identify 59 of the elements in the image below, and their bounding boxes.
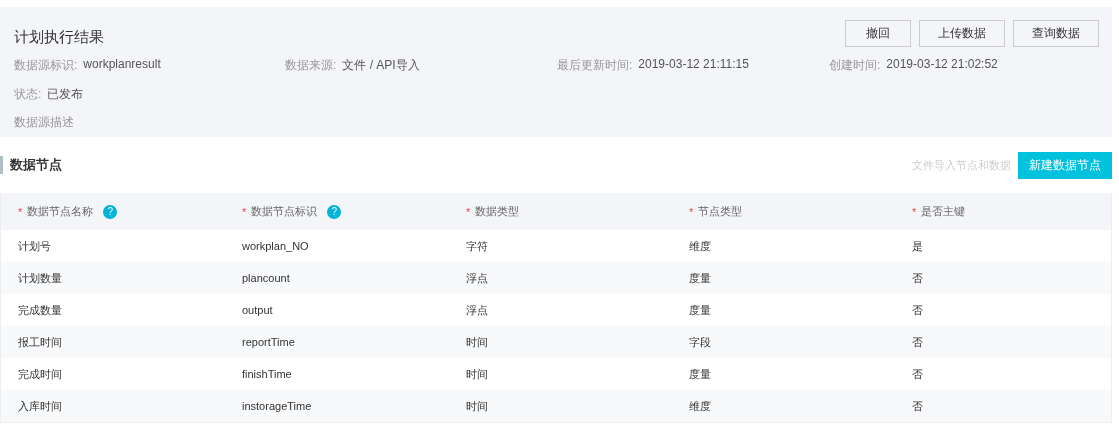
required-mark: * [242, 205, 247, 218]
table-cell: 否 [912, 270, 923, 286]
table-cell: 完成时间 [18, 366, 62, 382]
help-icon[interactable]: ? [327, 204, 342, 219]
table-cell: 否 [912, 398, 923, 414]
action-button[interactable]: 查询数据 [1013, 20, 1099, 47]
field-label: 状态: [14, 86, 42, 103]
field-value: 2019-03-12 21:11:15 [638, 57, 749, 73]
action-button[interactable]: 撤回 [845, 20, 911, 47]
table-cell: 计划数量 [18, 270, 62, 286]
table-cell: 时间 [466, 334, 488, 350]
action-button[interactable]: 上传数据 [919, 20, 1005, 47]
table-cell: 维度 [689, 398, 711, 414]
help-icon[interactable]: ? [103, 204, 118, 219]
table-cell: 维度 [689, 238, 711, 254]
table-cell: 度量 [689, 302, 711, 318]
column-header: 是否主键 [921, 204, 966, 219]
table-cell: 度量 [689, 270, 711, 286]
table-cell: workplan_NO [242, 240, 309, 252]
field-label: 创建时间: [829, 57, 881, 74]
column-header: 数据节点标识 [251, 204, 318, 219]
table-cell: 计划号 [18, 238, 51, 254]
table-cell: 否 [912, 302, 923, 318]
table-cell: plancount [242, 272, 290, 284]
table-cell: 是 [912, 238, 923, 254]
table-cell: finishTime [242, 368, 292, 380]
page-title: 计划执行结果 [14, 28, 104, 47]
table-cell: 完成数量 [18, 302, 62, 318]
table-cell: reportTime [242, 336, 295, 348]
field-label: 数据来源: [285, 57, 337, 74]
table-cell: 字段 [689, 334, 711, 350]
required-mark: * [18, 205, 23, 218]
field-value: 2019-03-12 21:02:52 [886, 57, 998, 73]
required-mark: * [912, 205, 917, 218]
field-label: 数据源标识: [14, 57, 78, 74]
table-cell: 否 [912, 334, 923, 350]
table-cell: 否 [912, 366, 923, 382]
table-cell: 报工时间 [18, 334, 62, 350]
required-mark: * [466, 205, 471, 218]
table-cell: 度量 [689, 366, 711, 382]
table-cell: 浮点 [466, 270, 488, 286]
new-node-button[interactable]: 新建数据节点 [1018, 151, 1112, 179]
column-header: 数据节点名称 [27, 204, 94, 219]
table-cell: 时间 [466, 398, 488, 414]
field-value: workplanresult [83, 57, 161, 73]
field-value: 文件 / API导入 [342, 57, 420, 74]
table-cell: instorageTime [242, 400, 312, 412]
table-cell: 入库时间 [18, 398, 62, 414]
table-cell: 时间 [466, 366, 488, 382]
column-header: 节点类型 [698, 204, 743, 219]
section-title: 数据节点 [0, 156, 62, 174]
column-header: 数据类型 [475, 204, 520, 219]
table-cell: 字符 [466, 238, 488, 254]
required-mark: * [689, 205, 694, 218]
table-cell: output [242, 304, 273, 316]
field-label: 最后更新时间: [557, 57, 633, 74]
table-cell: 浮点 [466, 302, 488, 318]
status-value: 已发布 [47, 86, 84, 103]
description-label: 数据源描述 [14, 115, 74, 129]
